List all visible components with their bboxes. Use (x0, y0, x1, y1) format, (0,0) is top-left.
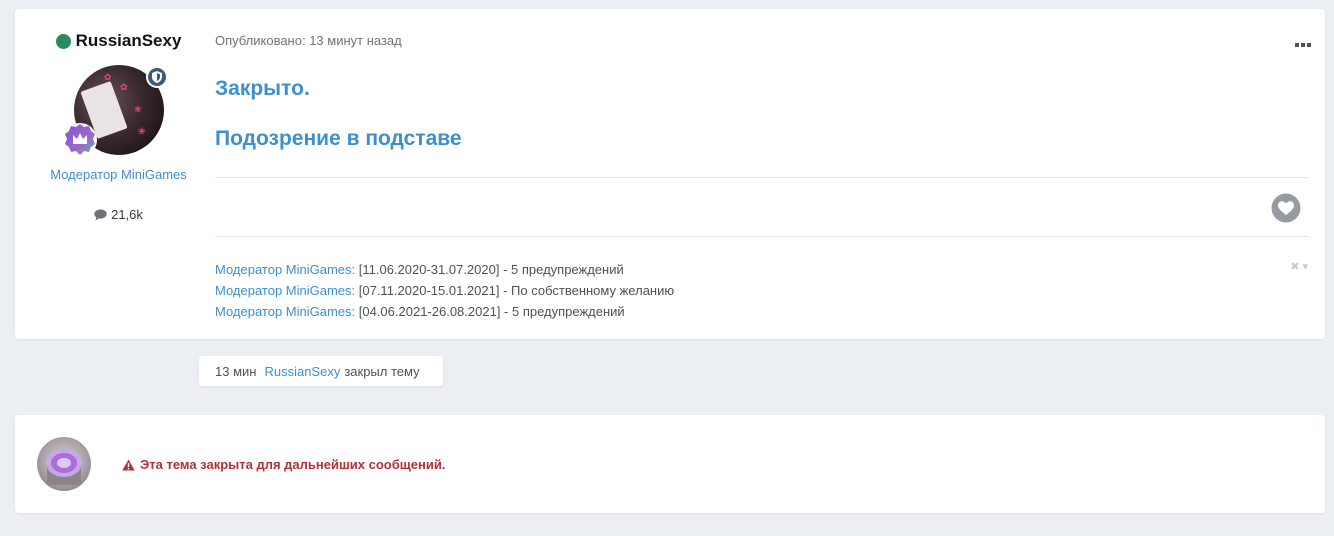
avatar-decoration: ✿ (104, 73, 112, 83)
topic-closed-text: Эта тема закрыта для дальнейших сообщени… (140, 457, 446, 472)
post-date[interactable]: Опубликовано: 13 минут назад (215, 33, 402, 48)
event-action: закрыл тему (344, 363, 420, 379)
post-content-subheading: Подозрение в подставе (215, 127, 462, 150)
signature-line: Модератор MiniGames: [07.11.2020-15.01.2… (215, 280, 674, 301)
event-time[interactable]: 13 мин (215, 364, 256, 379)
signature-label: Модератор MiniGames: (215, 262, 356, 277)
topic-event-badge: 13 мин RussianSexy закрыл тему (199, 356, 443, 386)
like-button[interactable] (1271, 193, 1301, 223)
warning-icon (122, 459, 135, 470)
signature-options-icon[interactable]: ✖ ▾ (1290, 260, 1308, 273)
avatar-decoration: ❀ (134, 105, 142, 115)
online-status-icon (55, 33, 71, 49)
avatar-image (46, 449, 82, 485)
comment-icon (94, 208, 107, 220)
author-signature: Модератор MiniGames: [11.06.2020-31.07.2… (215, 259, 674, 322)
post-count-value: 21,6k (111, 207, 143, 222)
signature-divider (215, 236, 1309, 237)
avatar-decoration: ✿ (120, 83, 128, 93)
signature-label: Модератор MiniGames: (215, 304, 356, 319)
topic-closed-message: Эта тема закрыта для дальнейших сообщени… (122, 457, 445, 472)
signature-line: Модератор MiniGames: [04.06.2021-26.08.2… (215, 301, 674, 322)
author-name-row: RussianSexy (15, 31, 222, 51)
post-author-panel: RussianSexy ✿ ❀ ✿ ❀ Модератор MiniGames … (15, 9, 222, 339)
post-content-heading: Закрыто. (215, 77, 310, 100)
author-post-count: 21,6k (15, 207, 222, 222)
event-user-link[interactable]: RussianSexy (264, 364, 340, 379)
more-options-icon[interactable] (1295, 35, 1311, 53)
signature-text: [04.06.2021-26.08.2021] - 5 предупрежден… (355, 304, 625, 319)
author-group-title[interactable]: Модератор MiniGames (15, 167, 222, 182)
moderator-shield-icon (146, 66, 168, 88)
heart-icon (1271, 193, 1301, 223)
post-card: RussianSexy ✿ ❀ ✿ ❀ Модератор MiniGames … (15, 9, 1325, 339)
signature-line: Модератор MiniGames: [11.06.2020-31.07.2… (215, 259, 674, 280)
author-name[interactable]: RussianSexy (76, 31, 182, 51)
signature-text: [11.06.2020-31.07.2020] - 5 предупрежден… (355, 262, 624, 277)
rank-crown-icon (62, 122, 98, 158)
topic-closed-panel: Эта тема закрыта для дальнейших сообщени… (15, 415, 1325, 513)
avatar-decoration: ❀ (138, 127, 146, 137)
signature-text: [07.11.2020-15.01.2021] - По собственном… (355, 283, 675, 298)
post-divider (215, 177, 1309, 178)
signature-label: Модератор MiniGames: (215, 283, 356, 298)
current-user-avatar[interactable] (37, 437, 91, 491)
